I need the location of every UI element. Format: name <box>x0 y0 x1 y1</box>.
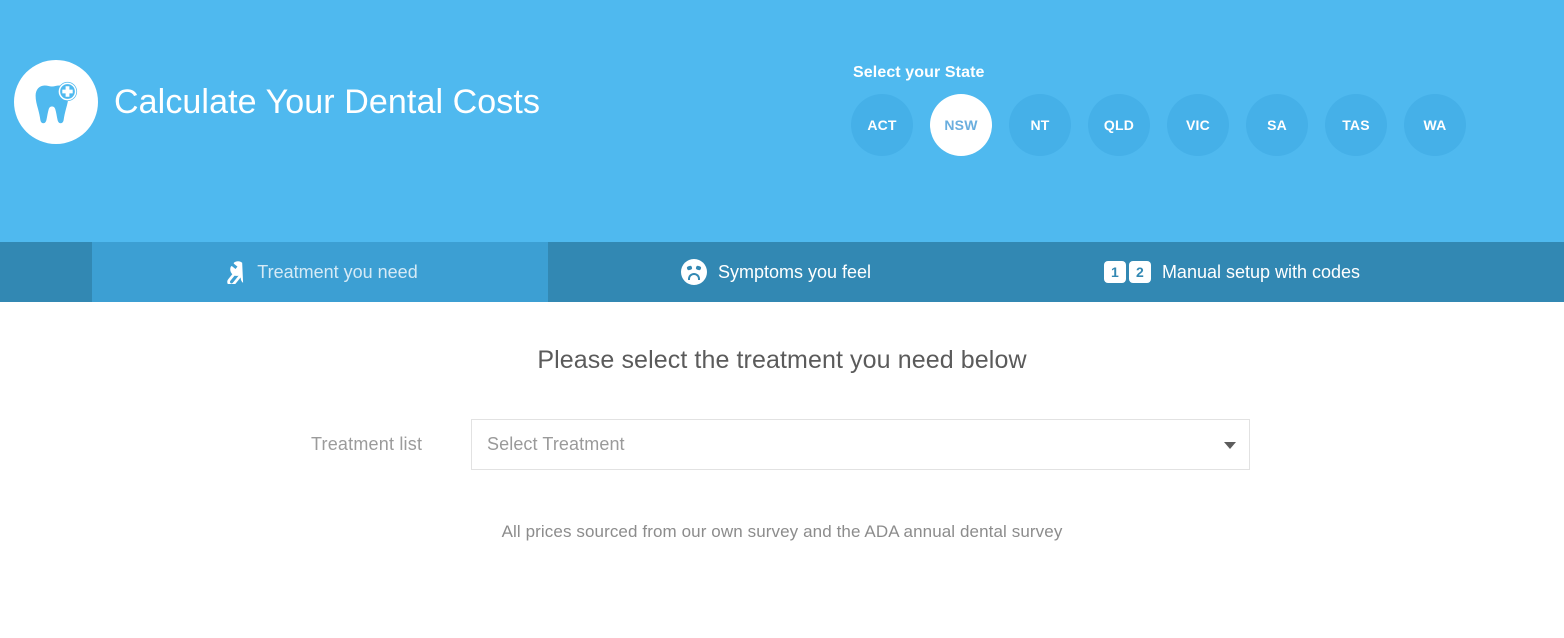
state-button-qld[interactable]: QLD <box>1088 94 1150 156</box>
digit-one: 1 <box>1103 261 1126 283</box>
brand: Calculate Your Dental Costs <box>14 60 540 144</box>
tab-symptoms-you-feel[interactable]: Symptoms you feel <box>548 242 1004 302</box>
tab-manual-setup-with-codes[interactable]: 1 2 Manual setup with codes <box>1004 242 1460 302</box>
state-button-tas[interactable]: TAS <box>1325 94 1387 156</box>
chevron-down-icon <box>1224 441 1236 449</box>
treatment-select[interactable]: Select Treatment <box>471 419 1250 470</box>
state-picker-label: Select your State <box>853 64 985 81</box>
state-button-list: ACT NSW NT QLD VIC SA TAS WA <box>851 94 1466 156</box>
state-button-nt[interactable]: NT <box>1009 94 1071 156</box>
tab-manual-label: Manual setup with codes <box>1161 261 1361 282</box>
treatment-select-value: Select Treatment <box>487 434 625 454</box>
tooth-plus-icon <box>14 60 98 144</box>
page-title: Calculate Your Dental Costs <box>114 82 541 121</box>
pricing-source-note: All prices sourced from our own survey a… <box>501 522 1063 541</box>
wrench-icon <box>222 260 246 284</box>
state-button-act[interactable]: ACT <box>851 94 913 156</box>
state-button-wa[interactable]: WA <box>1404 94 1466 156</box>
tab-symptoms-label: Symptoms you feel <box>717 261 872 282</box>
state-button-sa[interactable]: SA <box>1246 94 1308 156</box>
sad-face-icon <box>680 259 707 285</box>
state-button-nsw[interactable]: NSW <box>930 94 992 156</box>
state-picker: Select your State ACT NSW NT QLD VIC SA … <box>851 64 1466 156</box>
tab-treatment-label: Treatment you need <box>257 261 418 282</box>
tab-bar: Treatment you need Symptoms you feel 1 2… <box>0 242 1564 302</box>
tab-bar-spacer <box>0 242 92 302</box>
treatment-list-label: Treatment list <box>311 434 423 454</box>
main-content: Please select the treatment you need bel… <box>0 302 1564 638</box>
number-codes-icon: 1 2 <box>1103 261 1151 283</box>
tab-treatment-you-need[interactable]: Treatment you need <box>92 242 548 302</box>
page-header: Calculate Your Dental Costs Select your … <box>0 0 1564 242</box>
treatment-form-row: Treatment list Select Treatment <box>0 419 1564 470</box>
digit-two: 2 <box>1128 261 1151 283</box>
state-button-vic[interactable]: VIC <box>1167 94 1229 156</box>
main-heading: Please select the treatment you need bel… <box>537 346 1027 374</box>
